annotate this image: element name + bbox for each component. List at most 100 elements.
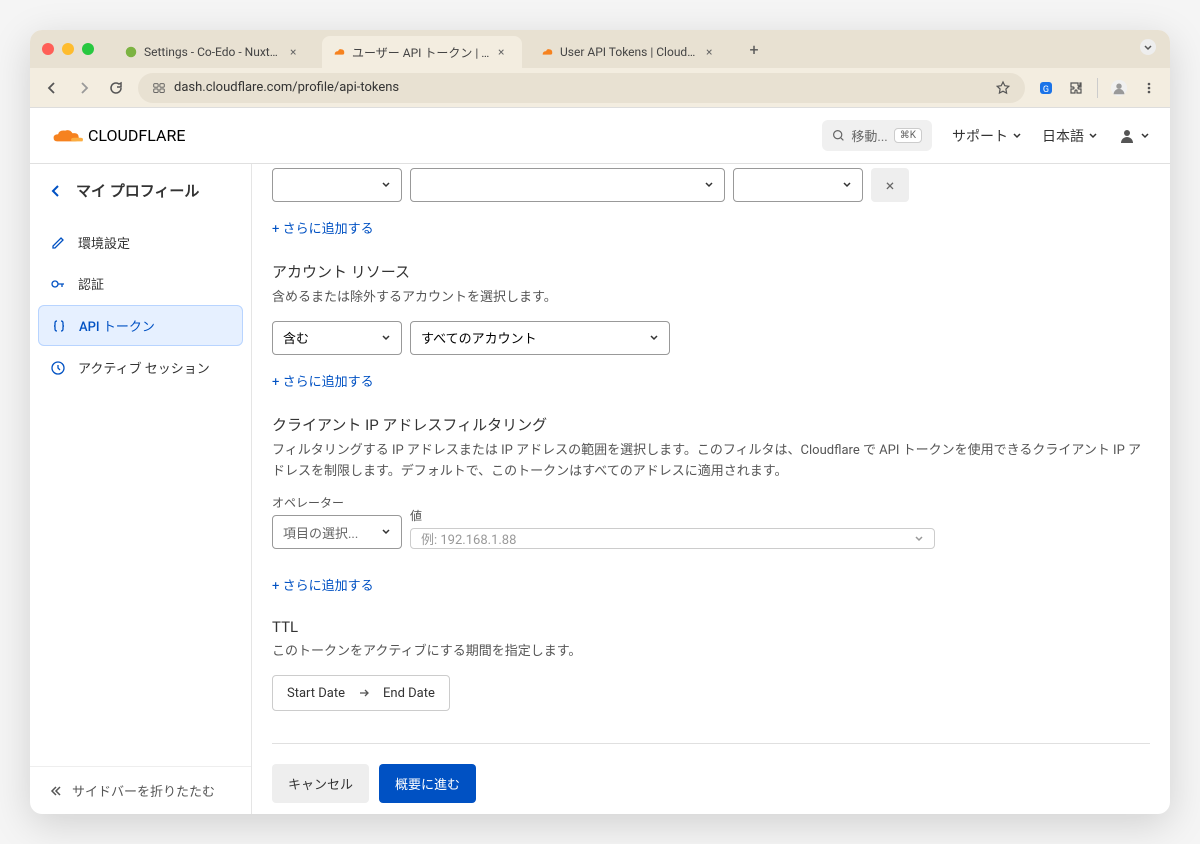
search-button[interactable]: 移動... ⌘K (822, 120, 932, 151)
sidebar-item-label: API トークン (79, 316, 155, 335)
arrow-left-icon (48, 183, 64, 199)
tab-label: ユーザー API トークン | Cloudfl (352, 44, 492, 61)
new-tab-button[interactable]: + (742, 37, 766, 61)
bookmark-star-icon[interactable] (995, 80, 1011, 96)
url-bar: dash.cloudflare.com/profile/api-tokens G (30, 68, 1170, 108)
cloudflare-favicon-icon (332, 45, 346, 59)
sidebar-item-sessions[interactable]: アクティブ セッション (38, 348, 243, 387)
sidebar-back-label: マイ プロフィール (76, 180, 199, 201)
pencil-icon (50, 235, 66, 251)
account-resources-desc: 含めるまたは除外するアカウントを選択します。 (272, 288, 1150, 309)
account-include-select[interactable]: 含む (272, 321, 402, 355)
browser-tab-2[interactable]: User API Tokens | Cloudflare × (530, 36, 730, 68)
operator-label: オペレーター (272, 494, 402, 511)
extension-icon[interactable]: G (1037, 79, 1055, 97)
sidebar-back[interactable]: マイ プロフィール (30, 164, 251, 217)
maximize-window-icon[interactable] (82, 43, 94, 55)
tab-label: Settings - Co-Edo - NuxtHub (144, 45, 284, 59)
back-button[interactable] (42, 78, 62, 98)
chrome-menu-icon[interactable] (1140, 79, 1158, 97)
sidebar-item-label: アクティブ セッション (78, 358, 210, 377)
browser-tab-1[interactable]: ユーザー API トークン | Cloudfl × (322, 36, 522, 68)
account-select[interactable]: すべてのアカウント (410, 321, 670, 355)
remove-row-button[interactable]: × (871, 168, 909, 202)
language-menu[interactable]: 日本語 (1042, 126, 1098, 146)
profile-icon[interactable] (1110, 79, 1128, 97)
cloudflare-logo[interactable]: CLOUDFLARE (50, 126, 185, 146)
sidebar-collapse[interactable]: サイドバーを折りたたむ (30, 766, 251, 814)
browser-tab-0[interactable]: Settings - Co-Edo - NuxtHub × (114, 36, 314, 68)
window-titlebar: Settings - Co-Edo - NuxtHub × ユーザー API ト… (30, 30, 1170, 68)
add-ip-link[interactable]: + さらに追加する (272, 575, 374, 594)
language-label: 日本語 (1042, 126, 1084, 146)
ttl-title: TTL (272, 618, 1150, 636)
chevron-down-icon (842, 180, 852, 190)
value-label: 値 (410, 507, 935, 524)
arrow-right-icon (357, 686, 371, 700)
traffic-lights (42, 43, 94, 55)
cloudflare-favicon-icon (540, 45, 554, 59)
sidebar-item-auth[interactable]: 認証 (38, 264, 243, 303)
search-icon (832, 129, 845, 142)
end-date-label: End Date (383, 686, 435, 701)
chevron-down-icon (914, 534, 924, 544)
logo-text: CLOUDFLARE (88, 126, 185, 145)
sidebar-item-preferences[interactable]: 環境設定 (38, 223, 243, 262)
window-dropdown-icon[interactable] (1138, 37, 1158, 61)
search-kbd: ⌘K (894, 128, 922, 143)
search-label: 移動... (851, 126, 887, 145)
sidebar: マイ プロフィール 環境設定 認証 API トークン アクティブ セッション (30, 164, 252, 814)
chevron-down-icon (1140, 131, 1150, 141)
support-menu[interactable]: サポート (952, 126, 1022, 146)
add-permission-link[interactable]: + さらに追加する (272, 218, 374, 237)
url-text: dash.cloudflare.com/profile/api-tokens (174, 80, 399, 95)
cloudflare-logo-icon (50, 126, 86, 146)
svg-text:G: G (1043, 85, 1049, 95)
collapse-icon (48, 784, 62, 798)
tab-label: User API Tokens | Cloudflare (560, 45, 700, 59)
collapse-label: サイドバーを折りたたむ (72, 781, 215, 800)
start-date-label: Start Date (287, 686, 345, 701)
extensions-menu-icon[interactable] (1067, 79, 1085, 97)
forward-button[interactable] (74, 78, 94, 98)
chevron-down-icon (1012, 131, 1022, 141)
permission-level-select[interactable] (733, 168, 863, 202)
ttl-desc: このトークンをアクティブにする期間を指定します。 (272, 642, 1150, 663)
clock-icon (50, 360, 66, 376)
user-menu[interactable] (1118, 127, 1150, 145)
user-icon (1118, 127, 1136, 145)
divider (272, 743, 1150, 744)
close-tab-icon[interactable]: × (706, 45, 720, 59)
chevron-down-icon (1088, 131, 1098, 141)
cloudflare-header: CLOUDFLARE 移動... ⌘K サポート 日本語 (30, 108, 1170, 164)
permission-type-select[interactable] (272, 168, 402, 202)
date-range-picker[interactable]: Start Date End Date (272, 675, 450, 711)
site-icon (124, 45, 138, 59)
ip-operator-select[interactable]: 項目の選択... (272, 515, 402, 549)
continue-button[interactable]: 概要に進む (379, 764, 476, 803)
chevron-down-icon (649, 333, 659, 343)
sidebar-item-api-tokens[interactable]: API トークン (38, 305, 243, 346)
chevron-down-icon (704, 180, 714, 190)
sidebar-item-label: 認証 (78, 274, 104, 293)
chevron-down-icon (381, 333, 391, 343)
sidebar-item-label: 環境設定 (78, 233, 130, 252)
support-label: サポート (952, 126, 1008, 146)
chevron-down-icon (381, 180, 391, 190)
ip-filter-desc: フィルタリングする IP アドレスまたは IP アドレスの範囲を選択します。この… (272, 441, 1150, 483)
address-bar[interactable]: dash.cloudflare.com/profile/api-tokens (138, 73, 1025, 103)
add-account-link[interactable]: + さらに追加する (272, 371, 374, 390)
reload-button[interactable] (106, 78, 126, 98)
close-tab-icon[interactable]: × (290, 45, 304, 59)
ip-value-input[interactable]: 例: 192.168.1.88 (410, 528, 935, 549)
chevron-down-icon (381, 527, 391, 537)
close-window-icon[interactable] (42, 43, 54, 55)
minimize-window-icon[interactable] (62, 43, 74, 55)
braces-icon (51, 318, 67, 334)
main-content: × + さらに追加する アカウント リソース 含めるまたは除外するアカウントを選… (252, 164, 1170, 814)
ip-filter-title: クライアント IP アドレスフィルタリング (272, 414, 1150, 435)
cancel-button[interactable]: キャンセル (272, 764, 369, 803)
close-tab-icon[interactable]: × (498, 45, 512, 59)
permission-resource-select[interactable] (410, 168, 725, 202)
site-settings-icon (152, 81, 166, 95)
